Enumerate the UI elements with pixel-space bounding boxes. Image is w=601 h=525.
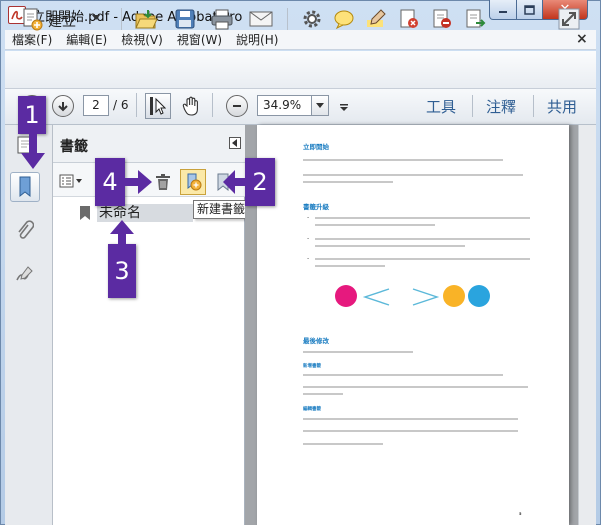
callout-3: 3 [108,244,136,298]
magenta-circle [335,285,357,307]
sign-icon[interactable] [396,6,422,32]
callout-arrow-right [124,170,152,194]
chevron-down-icon[interactable] [92,15,100,20]
attachments-icon[interactable] [10,216,40,246]
pdf-page: 立即開始 書籤升級 • • • 最後修改 新增書籤 編輯書籤 5 [257,125,569,525]
settings-icon[interactable] [299,6,325,32]
doc-text-line [315,258,530,260]
zoom-level-input[interactable]: 34.9% [257,95,312,116]
doc-text-line [303,181,393,183]
doc-heading-start: 立即開始 [303,143,329,151]
doc-text-line [315,265,385,267]
doc-text-line [303,159,503,161]
doc-bullet: • [307,257,310,261]
expand-icon[interactable] [556,6,582,32]
doc-heading-bookmarks: 書籤升級 [303,203,329,211]
callout-arrow-left [223,170,247,194]
doc-page-number: 5 [519,512,522,516]
page-number-input[interactable]: 2 [83,95,109,116]
minimize-button[interactable] [489,0,517,20]
blue-circle [468,285,490,307]
open-icon[interactable] [133,6,159,32]
new-bookmark-tooltip: 新建書籤 [193,200,250,219]
doc-text-line [303,351,413,353]
document-close-button[interactable]: × [576,31,588,47]
print-icon[interactable] [209,6,235,32]
tools-pane-button[interactable]: 工具 [426,96,456,117]
email-icon[interactable] [248,6,274,32]
hand-tool-icon[interactable] [178,93,204,119]
toolbar-divider [121,8,122,30]
create-icon[interactable] [19,6,45,32]
select-tool-icon[interactable] [145,93,171,119]
callout-2: 2 [245,158,275,206]
menu-bar: 檔案(F) 編輯(E) 檢視(V) 視窗(W) 說明(H) [5,30,596,50]
pane-divider [472,95,473,117]
doc-text-line [315,224,435,226]
menu-view[interactable]: 檢視(V) [114,31,170,48]
doc-text-line [315,245,465,247]
menu-help[interactable]: 說明(H) [229,31,285,48]
redact-icon[interactable] [429,6,455,32]
comment-pane-button[interactable]: 注釋 [486,96,516,117]
next-page-icon[interactable] [52,95,74,117]
menu-edit[interactable]: 編輯(E) [59,31,114,48]
export-icon[interactable] [462,6,488,32]
vertical-scrollbar[interactable] [578,125,596,525]
page-count: / 6 [113,98,129,112]
doc-subheading-add: 新增書籤 [303,364,321,369]
main-toolbar [5,51,596,89]
callout-arrow-down [21,133,45,169]
maximize-button[interactable] [516,0,543,20]
options-menu-icon[interactable] [58,170,84,192]
zoom-out-icon[interactable] [226,95,248,117]
signatures-icon[interactable] [10,259,40,289]
toolbar-more-icon[interactable] [340,101,348,115]
bracket-arrows-icon [362,288,440,306]
collapse-panel-button[interactable] [229,137,241,149]
doc-text-line [303,374,503,376]
comment-icon[interactable] [331,6,357,32]
bookmarks-icon[interactable] [10,172,40,202]
doc-text-line [303,393,343,395]
bookmark-ribbon-icon [80,206,90,220]
bookmarks-title: 書籤 [60,139,88,155]
doc-bullet: • [307,216,310,220]
callout-4: 4 [95,158,125,206]
save-icon[interactable] [172,6,198,32]
menu-file[interactable]: 檔案(F) [5,31,59,48]
toolbar-divider [136,93,137,117]
doc-text-line [303,386,528,388]
zoom-dropdown-button[interactable] [311,95,329,116]
callout-arrow-up [110,220,134,246]
create-label[interactable]: 建立 [48,11,76,31]
doc-subheading-edit: 編輯書籤 [303,407,321,412]
new-bookmark-icon[interactable] [180,169,206,195]
pane-divider [533,95,534,117]
trash-icon[interactable] [154,172,172,192]
share-pane-button[interactable]: 共用 [547,96,577,117]
toolbar-divider [287,8,288,30]
menu-window[interactable]: 視窗(W) [170,31,229,48]
doc-bullet: • [307,237,310,241]
bookmark-item[interactable] [79,204,91,222]
doc-text-line [303,418,518,420]
callout-1: 1 [18,96,46,134]
toolbar-divider [212,93,213,117]
highlight-icon[interactable] [363,6,389,32]
doc-heading-final: 最後修改 [303,337,329,345]
doc-text-line [303,443,383,445]
orange-circle [443,285,465,307]
doc-text-line [315,217,530,219]
doc-text-line [315,238,530,240]
doc-text-line [303,174,523,176]
doc-text-line [303,430,518,432]
